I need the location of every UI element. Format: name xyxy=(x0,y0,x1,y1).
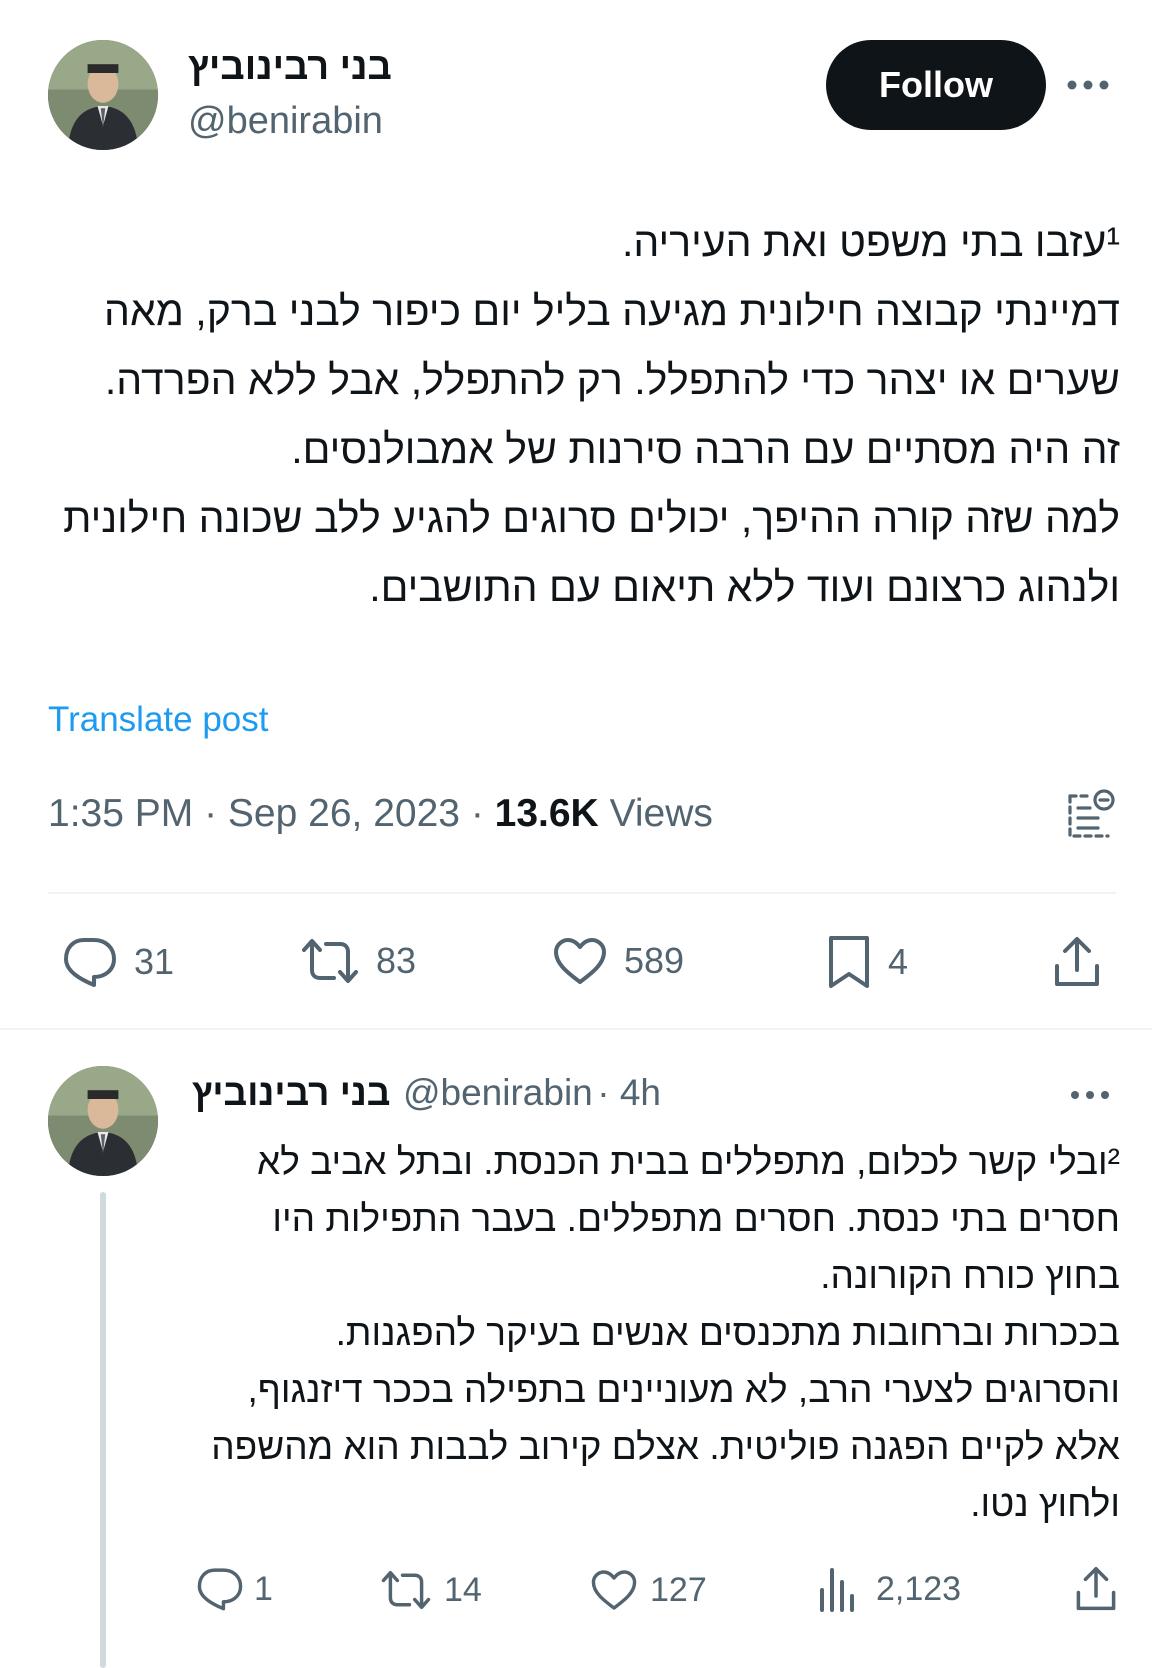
translate-post-link[interactable]: Translate post xyxy=(48,700,268,740)
share-upload-icon xyxy=(1076,1567,1116,1611)
repost-arrows-icon xyxy=(381,1570,431,1610)
author-avatar[interactable] xyxy=(48,40,158,150)
views-count: 13.6K xyxy=(494,792,599,835)
author-name[interactable]: בני רבינוביץ xyxy=(188,46,392,89)
repost-arrows-icon xyxy=(302,939,358,983)
reply-author-avatar[interactable] xyxy=(48,1066,158,1176)
share-upload-icon xyxy=(1055,937,1099,986)
follow-button[interactable]: Follow xyxy=(826,40,1046,130)
heart-icon xyxy=(554,938,606,984)
divider xyxy=(0,1028,1152,1030)
reply-author-handle[interactable]: @benirabin xyxy=(403,1072,593,1113)
like-button[interactable]: 589 xyxy=(552,936,684,986)
reply-button[interactable]: 31 xyxy=(62,936,174,988)
reply-text: ²ובלי קשר לכלום, מתפללים בבית הכנסת. ובת… xyxy=(211,1141,1120,1524)
reply-like-button[interactable]: 127 xyxy=(590,1568,707,1612)
avatar-photo-icon xyxy=(48,1066,158,1176)
share-button[interactable] xyxy=(1052,934,1102,990)
more-options-button[interactable] xyxy=(1066,70,1110,100)
bookmark-count: 4 xyxy=(888,941,909,982)
divider xyxy=(48,892,1116,894)
reply-reply-count: 1 xyxy=(254,1569,273,1608)
meta-separator: · xyxy=(597,1072,620,1113)
reply-more-options-button[interactable] xyxy=(1070,1082,1110,1108)
reply-like-count: 127 xyxy=(650,1570,707,1609)
more-horizontal-icon xyxy=(1067,80,1109,90)
reply-header: בני רבינוביץ @benirabin · 4h xyxy=(192,1072,661,1114)
views-label: Views xyxy=(609,792,713,835)
reply-age[interactable]: 4h xyxy=(620,1072,661,1113)
speech-bubble-icon xyxy=(64,938,116,987)
tweet-date[interactable]: Sep 26, 2023 xyxy=(228,792,460,835)
post-notes-button[interactable] xyxy=(1066,788,1116,842)
bookmark-button[interactable]: 4 xyxy=(826,934,908,990)
reply-views-button[interactable]: 2,123 xyxy=(818,1566,961,1612)
bookmark-icon xyxy=(829,936,869,988)
author-handle[interactable]: @benirabin xyxy=(188,100,383,143)
reply-count: 31 xyxy=(134,941,175,982)
thread-connector-line xyxy=(100,1192,106,1668)
reply-reply-button[interactable]: 1 xyxy=(196,1566,273,1612)
bar-chart-icon xyxy=(820,1568,854,1612)
reply-views-count: 2,123 xyxy=(876,1569,962,1608)
tweet-metadata: 1:35 PM · Sep 26, 2023 · 13.6K Views xyxy=(48,792,713,836)
meta-separator: · xyxy=(204,792,228,835)
avatar-photo-icon xyxy=(48,40,158,150)
reply-repost-count: 14 xyxy=(444,1570,482,1609)
repost-count: 83 xyxy=(376,940,417,981)
like-count: 589 xyxy=(624,940,685,981)
post-notes-icon xyxy=(1068,789,1115,838)
reply-author-name[interactable]: בני רבינוביץ xyxy=(192,1072,391,1113)
repost-button[interactable]: 83 xyxy=(300,936,416,986)
meta-separator: · xyxy=(470,792,495,835)
heart-icon xyxy=(591,1570,637,1610)
tweet-time[interactable]: 1:35 PM xyxy=(48,792,193,835)
speech-bubble-icon xyxy=(197,1568,243,1611)
more-horizontal-icon xyxy=(1071,1091,1109,1099)
reply-repost-button[interactable]: 14 xyxy=(380,1568,482,1612)
reply-share-button[interactable] xyxy=(1074,1564,1118,1614)
tweet-text: ¹עזבו בתי משפט ואת העיריה. דמיינתי קבוצה… xyxy=(63,219,1120,610)
